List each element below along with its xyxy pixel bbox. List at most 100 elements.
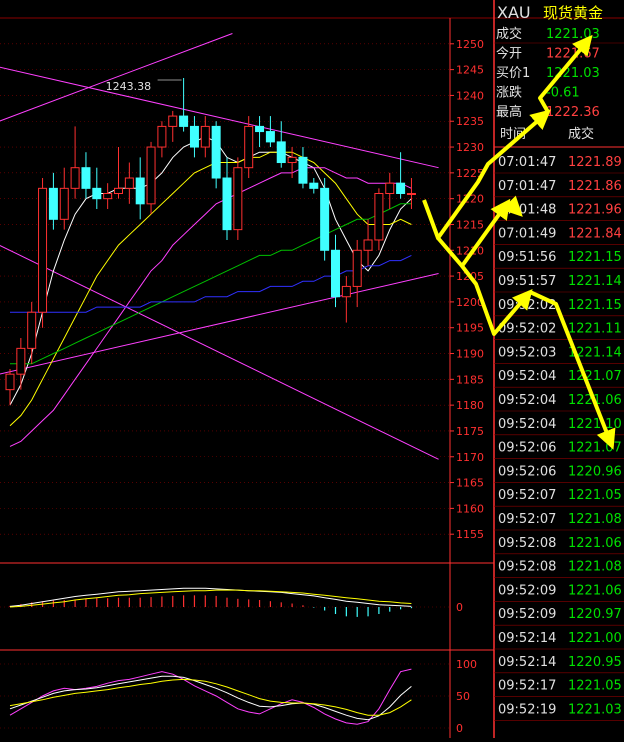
tick-price: 1221.06	[568, 583, 622, 598]
instrument-name: 现货黄金	[543, 4, 603, 22]
candle-body	[103, 193, 113, 200]
quote-row-label: 最高	[496, 104, 522, 120]
tick-time: 09:52:04	[498, 369, 556, 384]
kdj-y-tick-label: 50	[456, 690, 470, 703]
tick-time: 09:52:14	[498, 655, 556, 670]
candle-body	[200, 125, 210, 148]
candle-body	[222, 177, 232, 231]
macd-line	[9, 589, 412, 608]
candle-body	[189, 125, 199, 148]
tick-price: 1221.07	[568, 441, 622, 456]
candle-body	[38, 187, 48, 313]
y-tick-label: 1165	[456, 477, 484, 490]
quote-row-label: 涨跌	[496, 85, 522, 101]
tick-time: 09:52:09	[498, 583, 556, 598]
tick-time: 09:52:06	[498, 464, 556, 479]
tick-time: 09:52:08	[498, 560, 556, 575]
trend-line	[0, 244, 439, 460]
quote-row-value: 1221.03	[546, 27, 600, 42]
tick-time: 09:52:02	[498, 322, 556, 337]
y-tick-label: 1155	[456, 528, 484, 541]
tick-time: 09:52:09	[498, 607, 556, 622]
candle-body	[59, 187, 69, 220]
tick-price: 1221.08	[568, 512, 622, 527]
annotation-arrow	[422, 109, 552, 240]
tick-price: 1221.07	[568, 369, 622, 384]
tick-price: 1221.05	[568, 488, 622, 503]
y-tick-label: 1240	[456, 89, 484, 102]
tick-time: 07:01:47	[498, 179, 556, 194]
candle-body	[233, 167, 243, 231]
tick-price: 1221.10	[568, 417, 622, 432]
candle-body	[265, 131, 275, 143]
quote-row-label: 买价1	[496, 66, 530, 81]
candle-body	[331, 249, 340, 298]
tick-price: 1221.15	[568, 298, 622, 313]
tick-price: 1221.05	[568, 679, 622, 694]
y-tick-label: 1190	[456, 348, 484, 361]
tick-price: 1221.03	[568, 702, 622, 717]
y-tick-label: 1180	[456, 399, 484, 412]
candle-body	[309, 182, 319, 189]
candle-body	[298, 156, 308, 184]
tick-time: 09:52:14	[498, 631, 556, 646]
tick-price: 1221.86	[568, 179, 622, 194]
candle-body	[124, 177, 134, 189]
candle-body	[341, 285, 351, 298]
candle-body	[255, 125, 265, 133]
tick-price: 1221.14	[568, 274, 622, 289]
y-tick-label: 1230	[456, 141, 484, 154]
candle-body	[16, 347, 26, 375]
high-price-label: 1243.38	[106, 80, 152, 93]
tick-price: 1220.97	[568, 607, 622, 622]
y-tick-label: 1250	[456, 38, 484, 51]
chart-svg: 1155116011651170117511801185119011951200…	[0, 0, 624, 738]
tick-time: 09:52:07	[498, 512, 556, 527]
tick-price: 1221.96	[568, 203, 622, 218]
ma-line	[9, 151, 412, 427]
quote-row-value: 1222.36	[546, 105, 600, 120]
tick-price: 1221.15	[568, 250, 622, 265]
candle-body	[157, 125, 167, 148]
tick-time: 09:52:07	[498, 488, 556, 503]
tick-price: 1220.95	[568, 655, 622, 670]
tick-price: 1221.11	[568, 322, 622, 337]
tick-price: 1221.89	[568, 155, 622, 170]
trend-line	[0, 273, 439, 375]
tick-time: 09:52:19	[498, 702, 556, 717]
y-tick-label: 1195	[456, 322, 484, 335]
kdj-y-tick-label: 100	[456, 658, 477, 671]
candle-body	[81, 167, 91, 189]
y-tick-label: 1175	[456, 425, 484, 438]
y-tick-label: 1245	[456, 64, 484, 77]
tick-price: 1221.06	[568, 536, 622, 551]
tick-time: 09:52:04	[498, 417, 556, 432]
tick-time: 09:52:04	[498, 393, 556, 408]
candle-body	[114, 187, 123, 195]
quote-row-label: 今开	[496, 46, 522, 62]
kdj-y-tick-label: 0	[456, 722, 463, 735]
candle-body	[211, 125, 221, 179]
ma-line	[10, 254, 412, 313]
macd-y-tick-label: 0	[456, 601, 463, 614]
tick-price: 1221.84	[568, 226, 622, 241]
candle-body	[179, 115, 189, 127]
quote-row-label: 成交	[496, 26, 522, 42]
ma-line	[9, 167, 412, 447]
candle-body	[287, 156, 297, 164]
candle-body	[385, 182, 395, 195]
y-tick-label: 1215	[456, 218, 484, 231]
tick-time: 07:01:47	[498, 155, 556, 170]
candle-body	[374, 193, 384, 241]
candle-body	[5, 373, 15, 391]
candle-body	[146, 146, 156, 205]
candle-body	[135, 177, 145, 205]
candle-body	[168, 115, 178, 127]
candle-body	[48, 187, 58, 220]
kdj-line	[9, 678, 412, 716]
tick-time: 09:51:56	[498, 250, 556, 265]
macd-line	[9, 587, 412, 607]
candle-body	[276, 141, 286, 164]
candle-body	[27, 311, 37, 349]
candle-body	[406, 193, 416, 196]
